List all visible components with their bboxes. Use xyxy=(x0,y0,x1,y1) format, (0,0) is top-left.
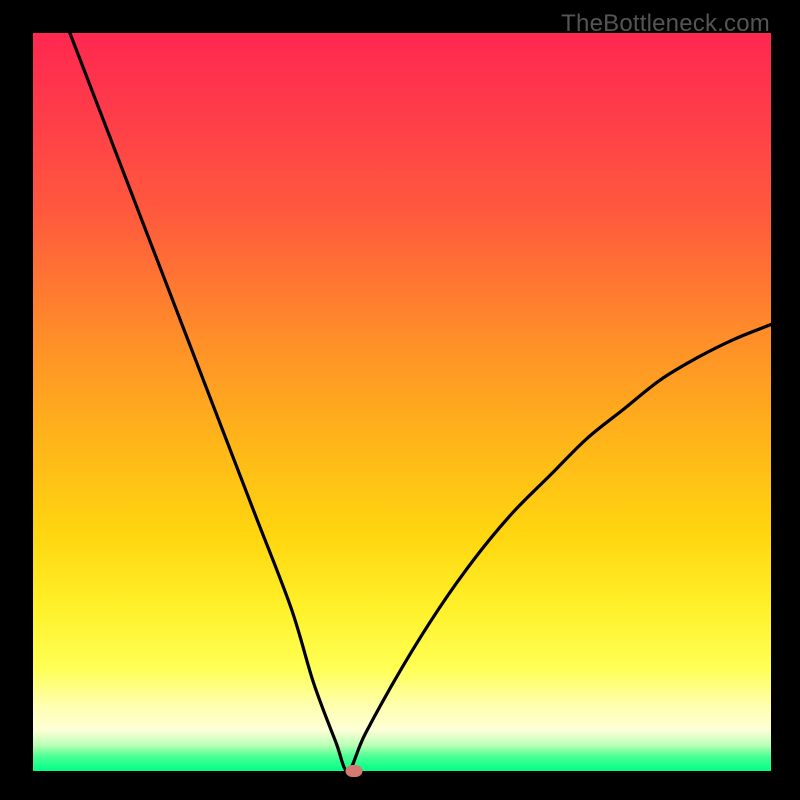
curve-svg xyxy=(33,33,771,771)
plot-area xyxy=(33,33,771,771)
bottleneck-curve xyxy=(70,33,771,771)
chart-container: TheBottleneck.com xyxy=(0,0,800,800)
optimum-marker xyxy=(346,765,363,777)
